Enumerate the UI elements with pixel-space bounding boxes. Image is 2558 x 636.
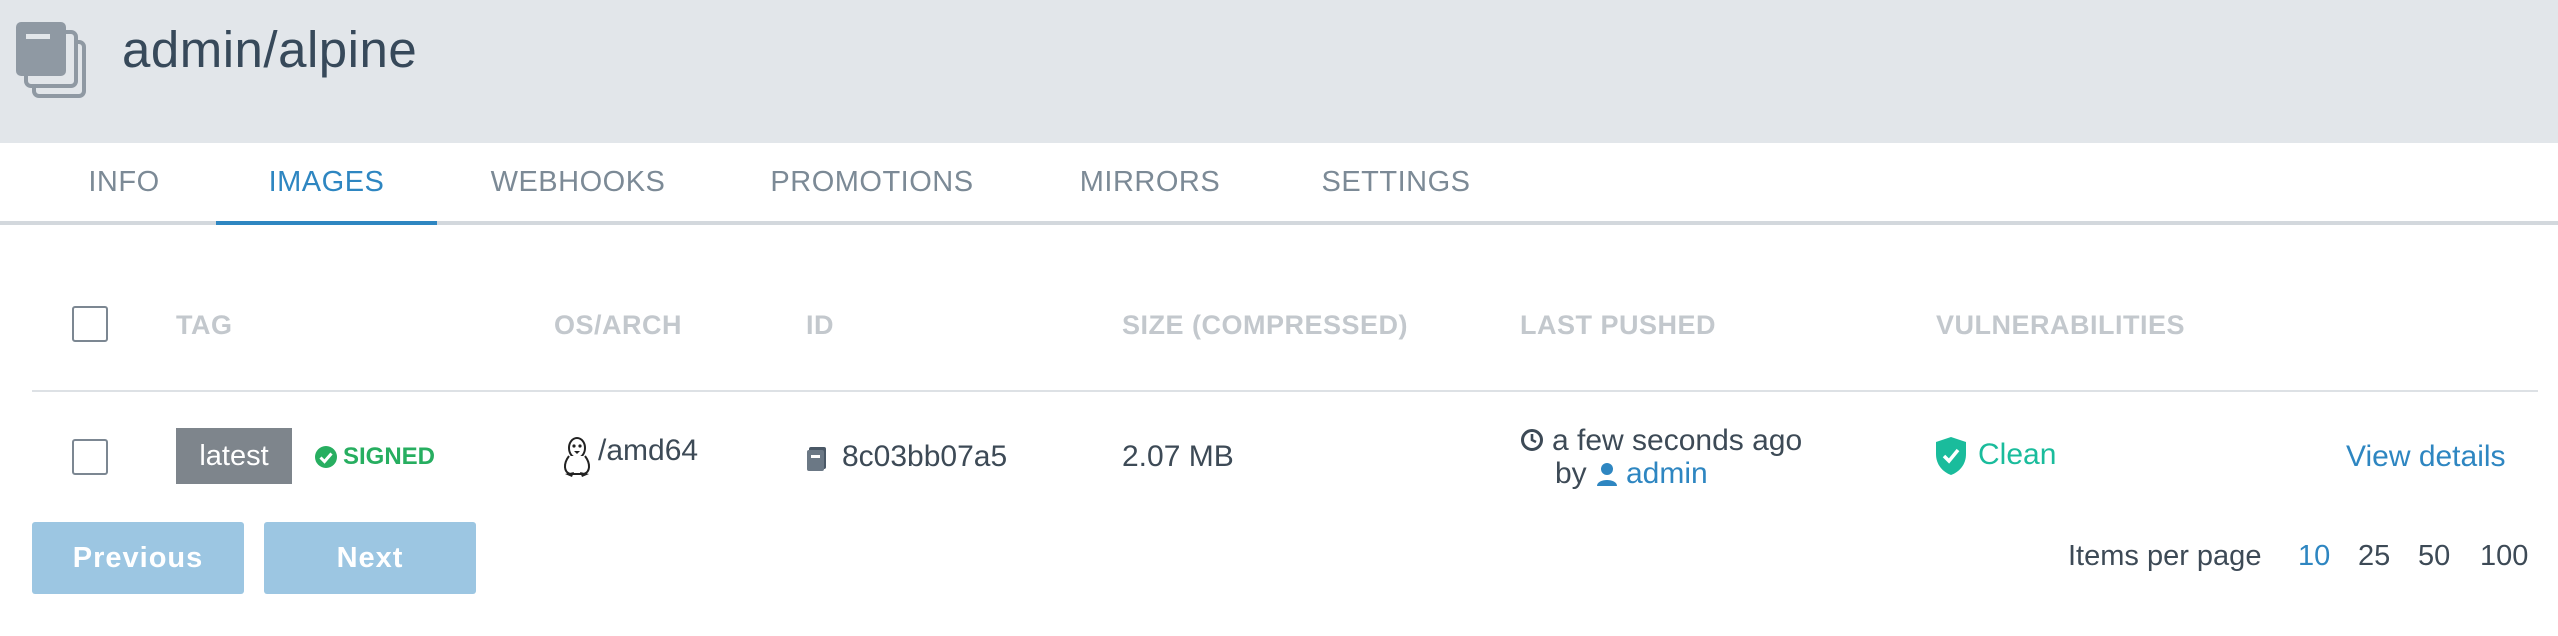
signed-indicator: SIGNED: [314, 442, 435, 472]
tag-badge[interactable]: latest: [176, 428, 292, 484]
items-per-page-50[interactable]: 50: [2418, 540, 2450, 573]
table-divider: [32, 390, 2538, 392]
select-all-checkbox[interactable]: [72, 306, 108, 342]
linux-tux-icon: [560, 436, 594, 478]
previous-page-button[interactable]: Previous: [32, 522, 244, 594]
last-pushed-time: a few seconds ago: [1552, 424, 1803, 457]
column-header-size: SIZE (COMPRESSED): [1122, 310, 1409, 340]
column-header-vulnerabilities: VULNERABILITIES: [1936, 310, 2186, 340]
items-per-page-label: Items per page: [2068, 540, 2262, 572]
user-icon: [1596, 462, 1618, 486]
pushed-by-user-link[interactable]: admin: [1626, 457, 1708, 491]
column-header-tag: TAG: [176, 310, 233, 340]
row-select-checkbox[interactable]: [72, 439, 108, 475]
tab-settings[interactable]: SETTINGS: [1318, 143, 1474, 221]
repository-tabs: INFO IMAGES WEBHOOKS PROMOTIONS MIRRORS …: [0, 143, 2558, 225]
column-header-os-arch: OS/ARCH: [554, 310, 683, 340]
repository-header: admin/alpine: [0, 0, 2558, 143]
next-page-button[interactable]: Next: [264, 522, 476, 594]
tab-promotions[interactable]: PROMOTIONS: [760, 143, 984, 221]
image-size-value: 2.07 MB: [1122, 440, 1234, 473]
shield-check-icon: [1934, 436, 1968, 476]
pushed-by-prefix: by: [1555, 457, 1587, 490]
tab-webhooks[interactable]: WEBHOOKS: [476, 143, 680, 221]
column-header-id: ID: [806, 310, 834, 340]
items-per-page-25[interactable]: 25: [2358, 540, 2390, 573]
repository-stack-icon: [14, 18, 88, 98]
column-header-last-pushed: LAST PUSHED: [1520, 310, 1717, 340]
tab-mirrors[interactable]: MIRRORS: [1072, 143, 1228, 221]
signed-label: SIGNED: [343, 443, 436, 470]
os-arch-value: /amd64: [598, 434, 699, 467]
tab-images[interactable]: IMAGES: [216, 143, 437, 225]
repository-title: admin/alpine: [122, 21, 418, 78]
clock-icon: [1520, 428, 1544, 452]
view-details-link[interactable]: View details: [2346, 440, 2506, 474]
tab-info[interactable]: INFO: [72, 143, 176, 221]
image-id-icon: [806, 446, 828, 472]
items-per-page-100[interactable]: 100: [2480, 540, 2528, 573]
items-per-page-10[interactable]: 10: [2298, 540, 2330, 573]
vulnerability-status: Clean: [1978, 438, 2057, 471]
image-id-value: 8c03bb07a5: [842, 440, 1008, 473]
check-circle-icon: [314, 445, 338, 469]
